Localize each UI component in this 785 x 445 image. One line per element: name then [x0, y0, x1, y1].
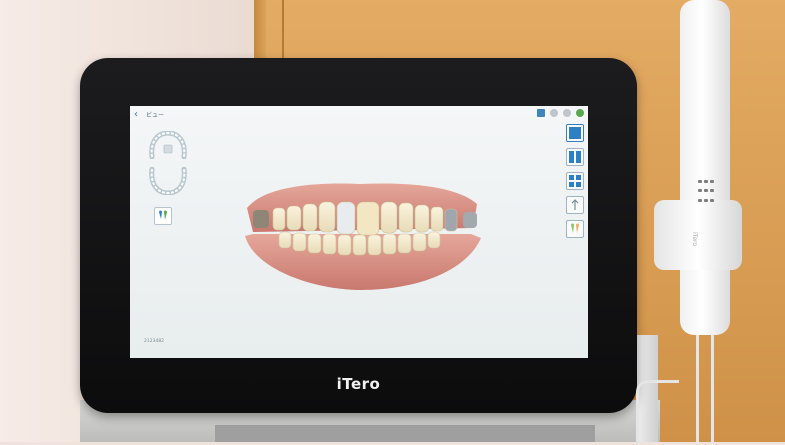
tooth-color-icon	[571, 223, 579, 233]
desk-shadow	[215, 425, 595, 442]
top-toolbar	[537, 109, 584, 117]
single-view-icon[interactable]	[566, 124, 584, 142]
scanner-wand	[680, 0, 730, 335]
scanner-vent	[696, 178, 718, 208]
view-tools	[566, 124, 584, 238]
gear-icon[interactable]	[550, 109, 558, 117]
camera-icon[interactable]	[537, 109, 545, 117]
app-screen: ‹ ビュー 2123482	[130, 106, 588, 358]
tooth-view-icon[interactable]	[154, 207, 172, 225]
help-icon[interactable]	[576, 109, 584, 117]
intraoral-scanner: iTero	[654, 0, 748, 360]
upper-arch-icon[interactable]	[148, 131, 188, 159]
scanner-cradle	[654, 200, 742, 270]
tablet-logo: iTero	[336, 375, 381, 393]
scan-id-text: 2123482	[144, 339, 165, 344]
back-button[interactable]: ‹	[134, 110, 144, 120]
tool-5-icon[interactable]	[566, 220, 584, 238]
tooth-icon	[159, 210, 167, 220]
3d-teeth-scan[interactable]	[235, 178, 487, 296]
quad-view-icon[interactable]	[566, 172, 584, 190]
page-title: ビュー	[146, 112, 165, 119]
tool-4-icon[interactable]	[566, 196, 584, 214]
scanner-logo: iTero	[691, 232, 698, 247]
door-seam	[282, 0, 284, 60]
settings-icon[interactable]	[563, 109, 571, 117]
split-view-icon[interactable]	[566, 148, 584, 166]
cable	[636, 380, 679, 445]
lower-arch-icon[interactable]	[148, 167, 188, 195]
tablet-device: ‹ ビュー 2123482 iTero	[80, 58, 637, 413]
tooth-align-icon	[571, 199, 579, 210]
